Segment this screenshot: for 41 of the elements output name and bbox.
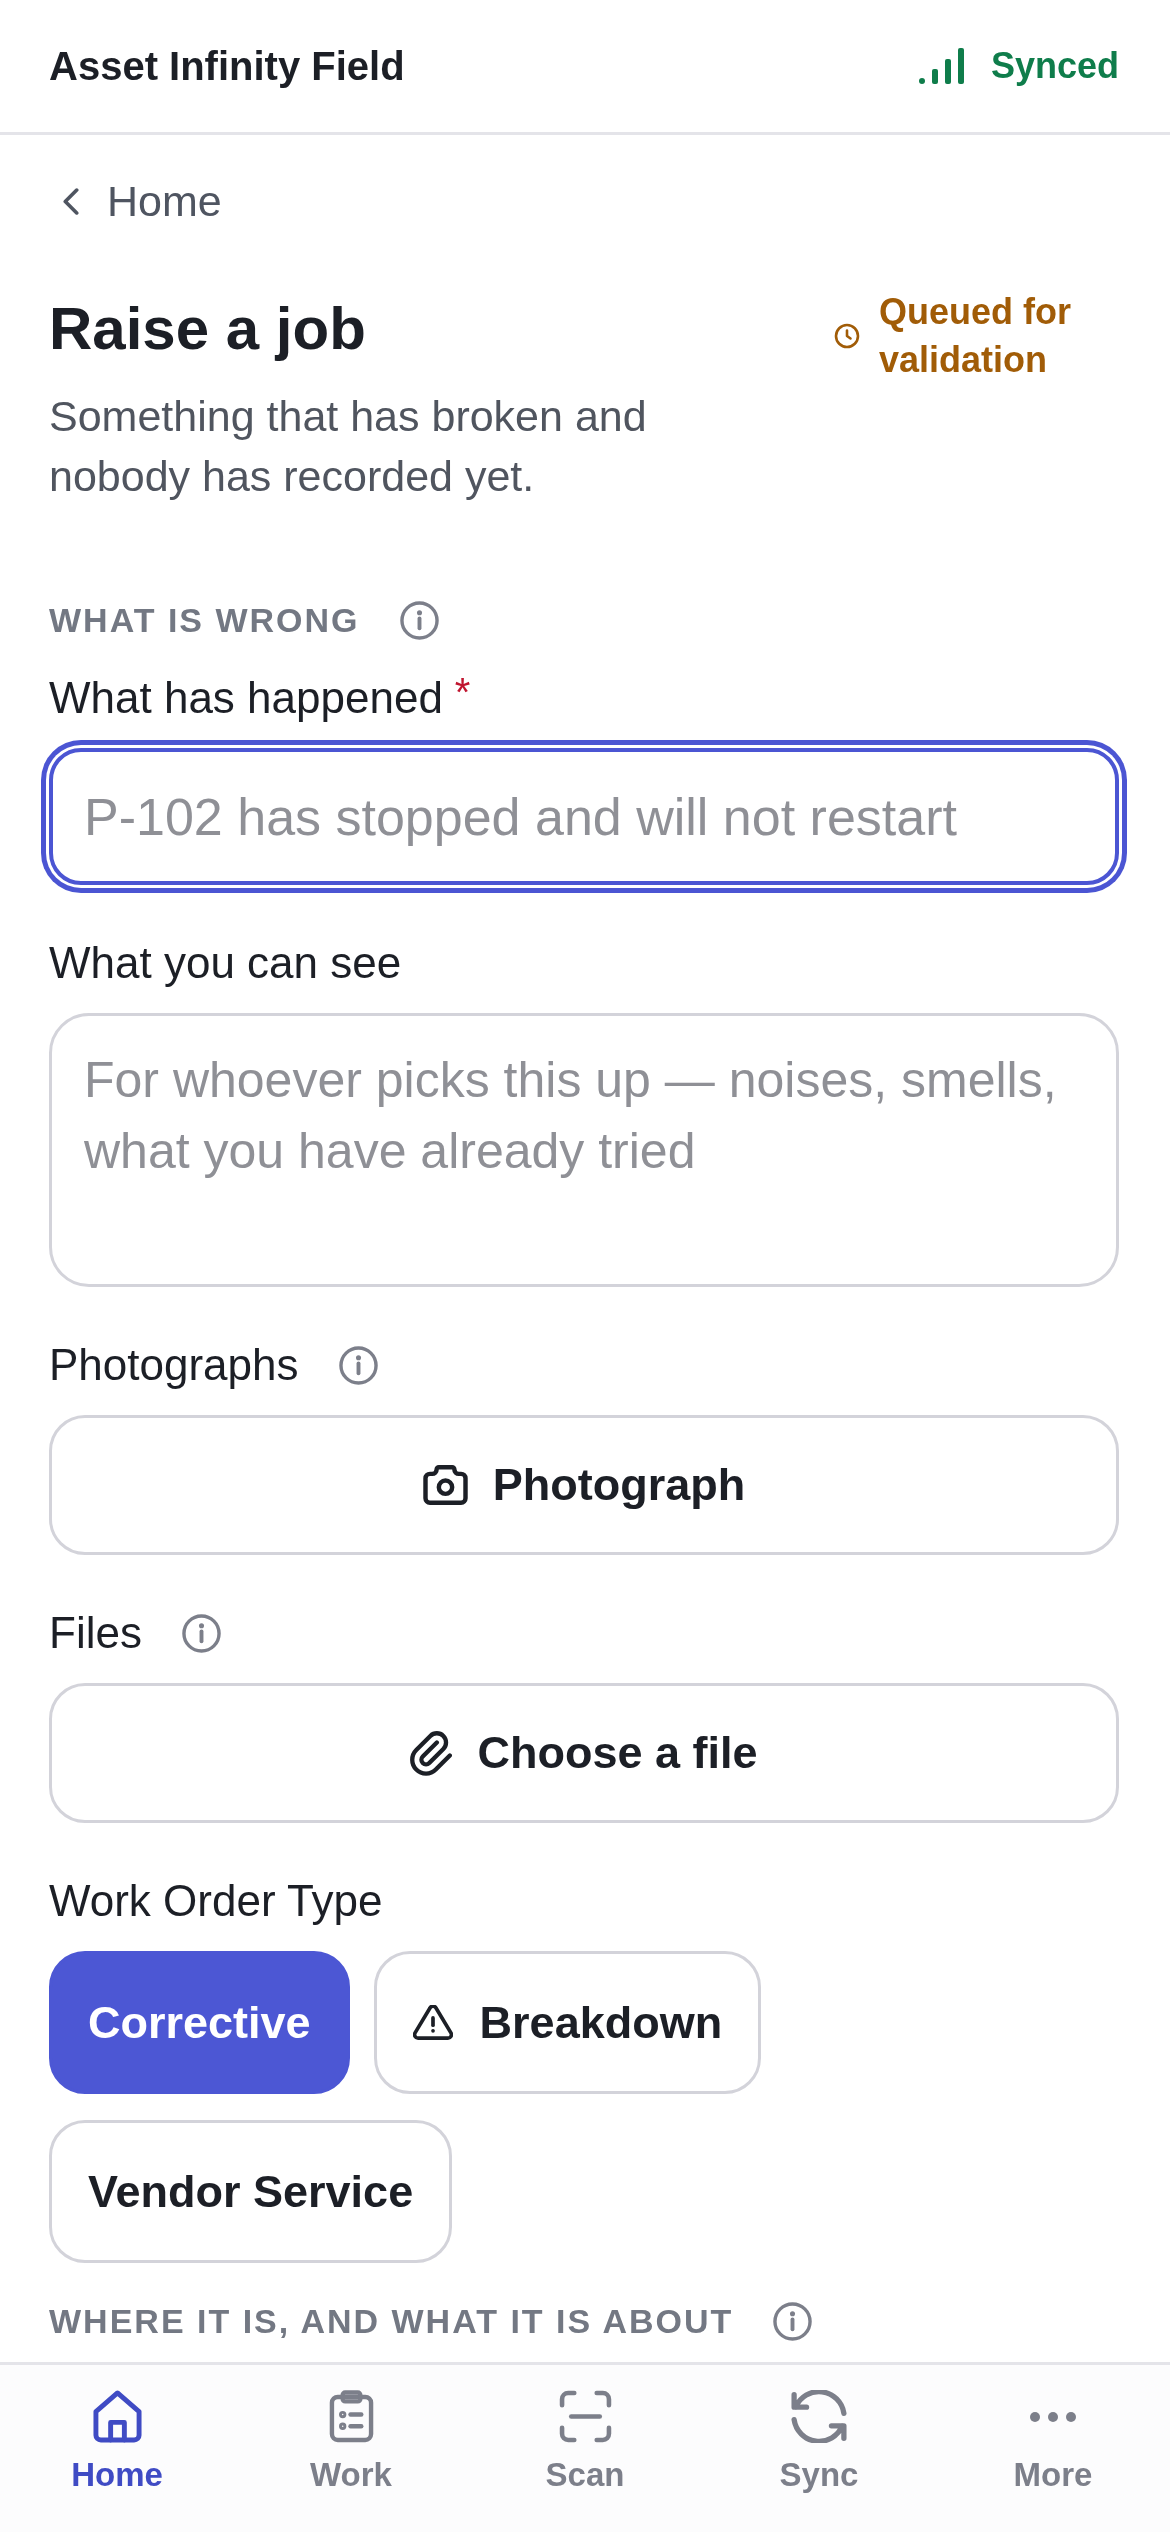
paperclip-icon (410, 1730, 453, 1776)
clipboard-icon (328, 2390, 374, 2443)
nav-tab[interactable]: Sync (702, 2365, 936, 2532)
required-asterisk: * (454, 672, 471, 712)
info-icon[interactable] (338, 1345, 378, 1385)
field-label: Files (49, 1607, 142, 1659)
camera-icon (422, 1465, 468, 1505)
text-area[interactable]: For whoever picks this up — noises, smells, what you have already tried (49, 1013, 1119, 1287)
section-heading: WHERE IT IS, AND WHAT IT IS ABOUT (49, 2301, 734, 2342)
section-heading: WHAT IS WRONG (49, 600, 360, 641)
house-icon (91, 2390, 143, 2443)
info-icon[interactable] (773, 2301, 813, 2341)
field-label: Work Order Type (49, 1875, 383, 1927)
warning-triangle-icon (412, 2005, 453, 2040)
info-icon[interactable] (181, 1613, 221, 1653)
option-chip[interactable]: Vendor Service (49, 2120, 453, 2263)
nav-tab[interactable]: Home (0, 2365, 234, 2532)
page-title: Raise a job (49, 294, 367, 364)
sync-status: Synced (990, 45, 1119, 87)
chevron-left-icon (63, 187, 79, 215)
signal-bars-icon (918, 48, 964, 84)
field-label: What you can see (49, 937, 402, 989)
option-chip[interactable]: Breakdown (373, 1951, 762, 2094)
ellipsis-icon (1030, 2412, 1076, 2422)
page-subtitle: Something that has broken and nobody has recorded yet. (49, 391, 648, 502)
file-upload-button[interactable]: Choose a file (49, 1683, 1119, 1823)
bracket-frame-icon (558, 2390, 612, 2443)
photo-upload-button[interactable]: Photograph (49, 1415, 1119, 1555)
back-link[interactable]: Home (49, 171, 222, 231)
option-chip[interactable]: Corrective (49, 1951, 350, 2094)
nav-tab[interactable]: Scan (468, 2365, 702, 2532)
text-input[interactable]: P-102 has stopped and will not restart (49, 748, 1119, 885)
clock-icon (834, 323, 860, 349)
nav-tab[interactable]: More (936, 2365, 1170, 2532)
nav-tab[interactable]: Work (234, 2365, 468, 2532)
field-label: What has happened (49, 672, 443, 724)
app-title: Asset Infinity Field (49, 43, 405, 89)
status-text: Queued for validation (879, 290, 1072, 382)
field-label: Photographs (49, 1339, 299, 1391)
info-icon[interactable] (399, 600, 439, 640)
refresh-arrows-icon (791, 2390, 847, 2443)
